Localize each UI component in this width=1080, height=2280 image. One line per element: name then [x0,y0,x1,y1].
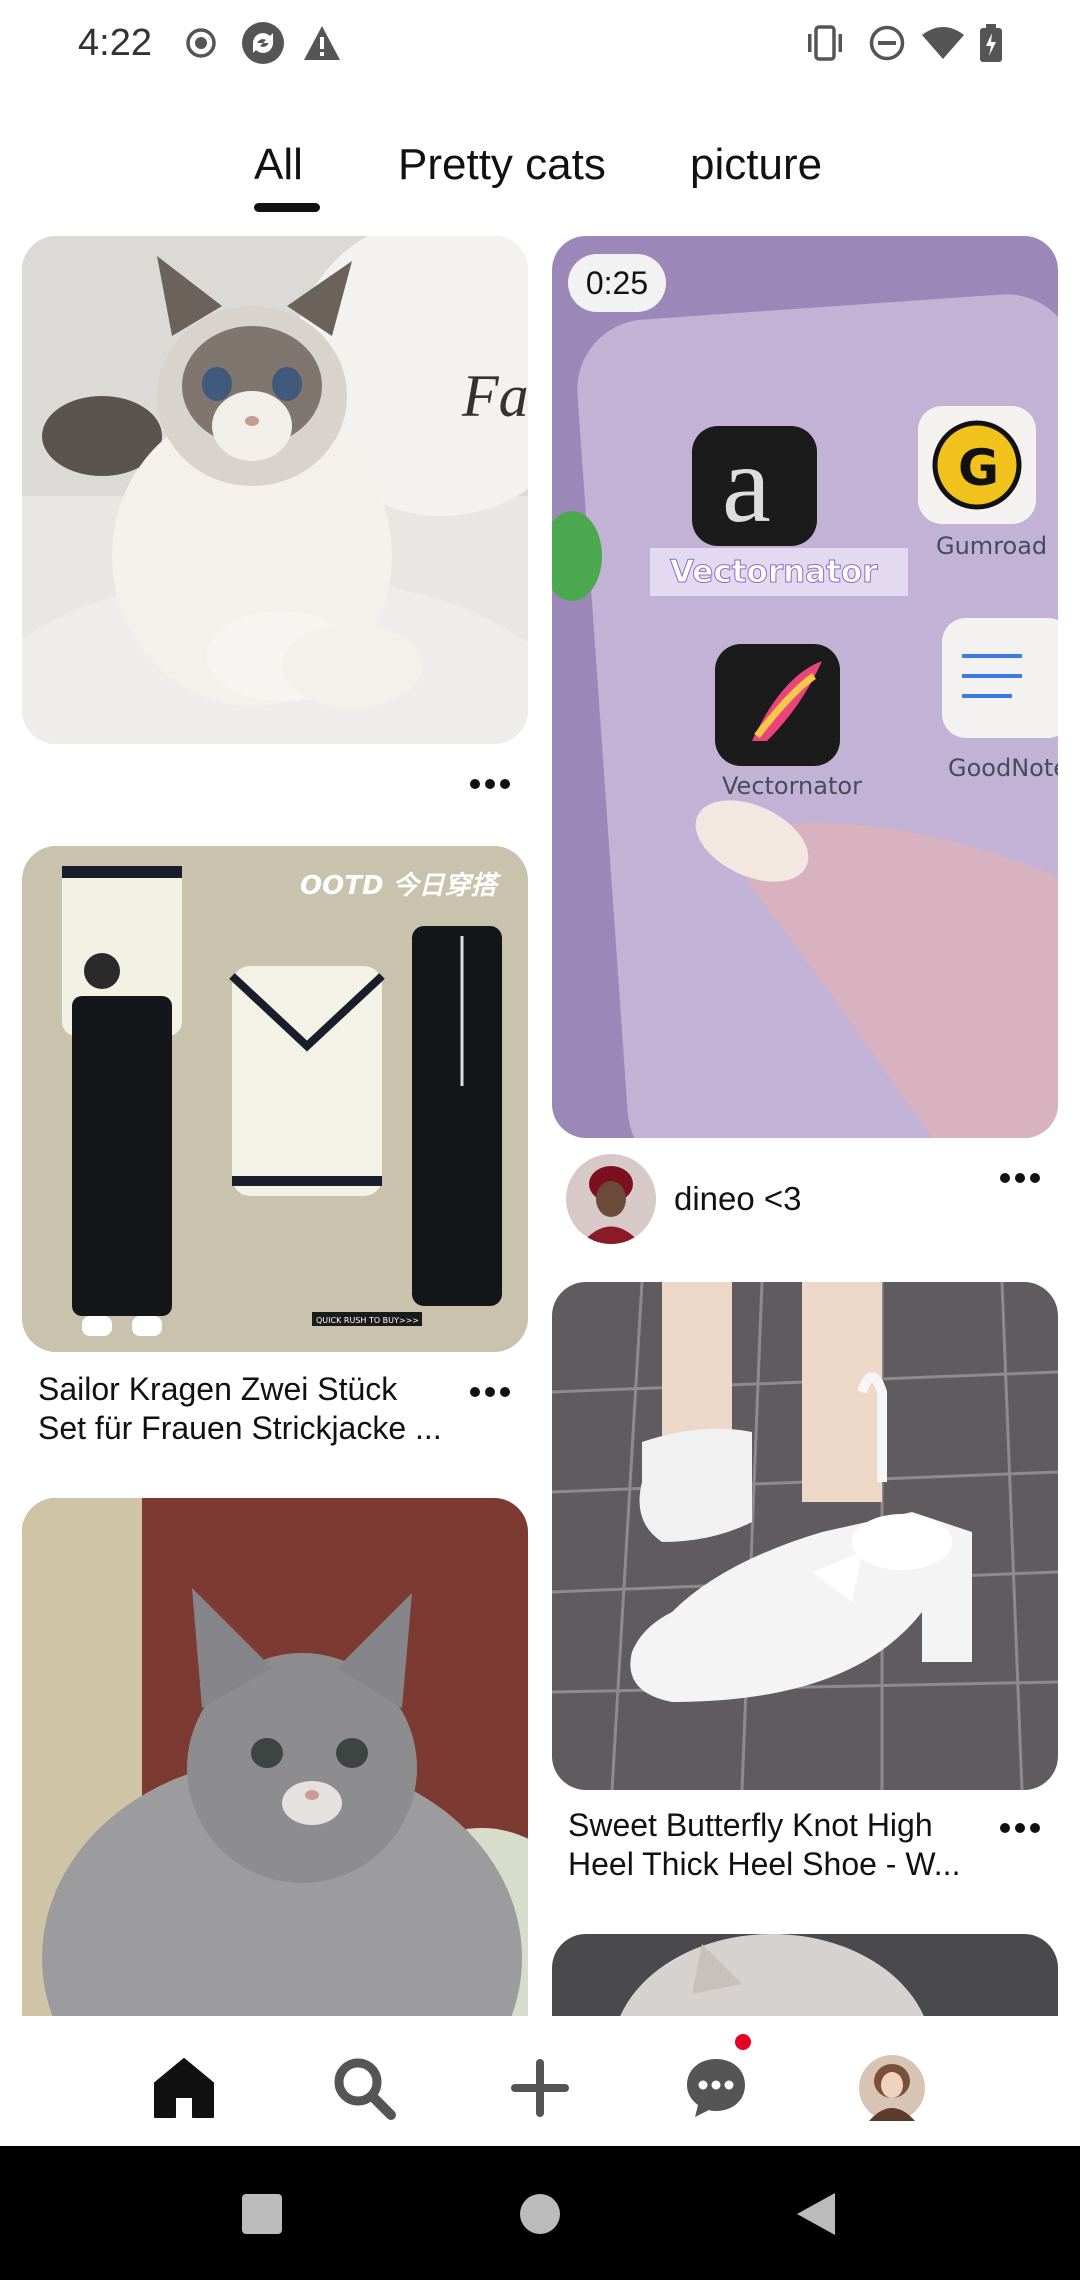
cardigan-image-button-text: QUICK RUSH TO BUY>>> [316,1316,419,1325]
pin-image-white-heels[interactable] [552,1282,1058,1790]
warning-icon [302,20,342,66]
home-button[interactable] [510,2186,570,2242]
status-bar: 4:22 [0,0,1080,90]
tab-pretty-cats[interactable]: Pretty cats [398,140,606,190]
plus-icon[interactable] [500,2048,580,2128]
pin-title-line: Heel Thick Heel Shoe - W... [568,1846,961,1882]
pin-more-button[interactable] [990,1158,1050,1198]
pin-video-vectornator[interactable]: a Vectornator G Gumroad Vectornator Good… [552,236,1058,1138]
battery-charging-icon [978,20,1004,66]
recents-button[interactable] [232,2186,292,2242]
creator-avatar[interactable] [566,1154,656,1244]
app-label-vectornator: Vectornator [722,772,862,800]
svg-text:Fa: Fa [461,363,528,429]
pin-image-cardigan-set[interactable]: OOTD 今日穿搭 QUICK RUSH TO BUY>>> [22,846,528,1352]
messages-icon[interactable] [676,2048,756,2128]
svg-text:a: a [722,423,771,545]
record-icon [184,20,218,66]
search-icon[interactable] [324,2048,404,2128]
pin-feed[interactable]: Fa OOTD 今日穿搭 QUICK RUSH TO BUY>>> Sailor… [0,236,1080,2016]
app-label-gumroad: Gumroad [936,532,1047,560]
app-label-goodnote: GoodNote [948,754,1058,782]
home-icon[interactable] [144,2048,224,2128]
pin-image-grey-kitten[interactable] [22,1498,528,2016]
creator-name[interactable]: dineo <3 [674,1180,802,1218]
svg-text:G: G [958,439,999,497]
board-tabs: All Pretty cats picture [0,140,1080,220]
do-not-disturb-icon [868,20,906,66]
video-duration-badge: 0:25 [568,254,666,312]
pin-more-button[interactable] [990,1808,1050,1848]
tab-all[interactable]: All [254,140,303,190]
pin-title-line: Set für Frauen Strickjacke ... [38,1410,442,1446]
vibrate-icon [804,20,846,66]
pin-title-line: Sweet Butterfly Knot High [568,1807,933,1843]
wifi-icon [920,20,966,66]
pin-more-button[interactable] [460,764,520,804]
pin-image-white-cat[interactable] [552,1934,1058,2016]
sync-icon [240,20,286,66]
pin-title-cardigan[interactable]: Sailor Kragen Zwei Stück Set für Frauen … [38,1370,458,1448]
bottom-navigation [0,2016,1080,2146]
selected-tab-indicator [254,203,320,212]
pin-title-line: Sailor Kragen Zwei Stück [38,1371,398,1407]
status-time: 4:22 [78,22,152,64]
system-navigation-bar [0,2146,1080,2280]
pin-more-button[interactable] [460,1372,520,1412]
back-button[interactable] [786,2186,846,2242]
tab-picture[interactable]: picture [690,140,822,190]
profile-avatar[interactable] [852,2048,932,2128]
cardigan-image-text: OOTD 今日穿搭 [300,871,502,901]
video-overlay-text: Vectornator [670,554,878,590]
pin-image-ragdoll-cat[interactable]: Fa [22,236,528,744]
pin-title-shoes[interactable]: Sweet Butterfly Knot High Heel Thick Hee… [568,1806,988,1884]
messages-notification-dot [735,2034,751,2050]
